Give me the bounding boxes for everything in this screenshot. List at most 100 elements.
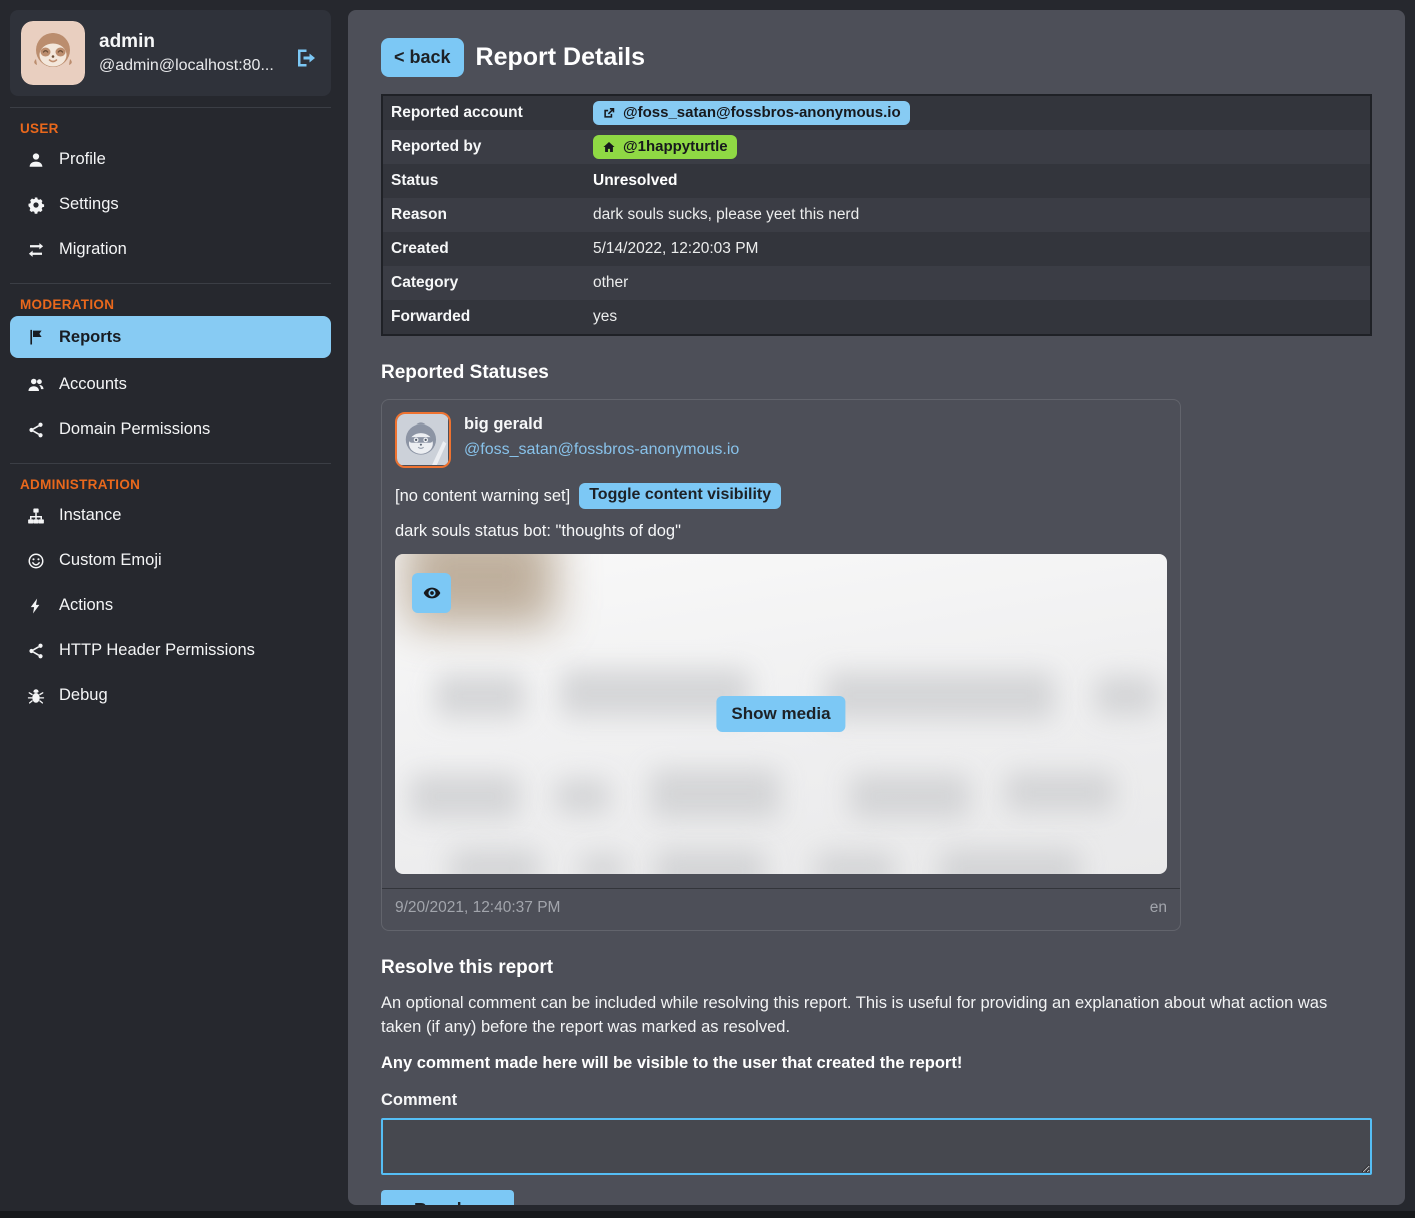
page-header: < back Report Details	[381, 38, 1372, 77]
reported-by-badge[interactable]: @1happyturtle	[593, 135, 737, 159]
sidebar-section-label-moderation: MODERATION	[20, 297, 338, 312]
sidebar-item-accounts[interactable]: Accounts	[10, 362, 331, 407]
sidebar-item-http-header-permissions[interactable]: HTTP Header Permissions	[10, 628, 331, 673]
report-row-label: Category	[383, 274, 587, 292]
report-row-label: Reported by	[383, 138, 587, 156]
report-row-value: 5/14/2022, 12:20:03 PM	[587, 240, 758, 258]
sign-out-icon[interactable]	[294, 46, 318, 70]
user-name: admin	[99, 31, 274, 53]
users-icon	[26, 376, 46, 394]
share-nodes-icon	[26, 642, 46, 660]
content-warning-text: [no content warning set]	[395, 487, 570, 506]
user-card[interactable]: admin @admin@localhost:80...	[10, 10, 331, 96]
blur-blob	[1005, 772, 1115, 812]
report-row-label: Status	[383, 172, 587, 190]
external-link-icon	[602, 106, 616, 120]
blur-blob	[410, 774, 520, 819]
bug-icon	[26, 687, 46, 705]
show-media-button[interactable]: Show media	[716, 696, 845, 732]
sidebar-item-actions[interactable]: Actions	[10, 583, 331, 628]
report-table-row-reported-account: Reported account @foss_satan@fossbros-ano…	[383, 96, 1370, 130]
report-table-row-reported-by: Reported by @1happyturtle	[383, 130, 1370, 164]
sitemap-icon	[26, 507, 46, 525]
sidebar-divider	[10, 283, 331, 284]
status-names: big gerald @foss_satan@fossbros-anonymou…	[464, 412, 739, 459]
share-nodes-icon	[26, 421, 46, 439]
resolve-warning: Any comment made here will be visible to…	[381, 1054, 1372, 1073]
status-header: big gerald @foss_satan@fossbros-anonymou…	[395, 412, 1167, 468]
sidebar-item-profile[interactable]: Profile	[10, 137, 331, 182]
status-display-name: big gerald	[464, 415, 739, 434]
sidebar-item-reports[interactable]: Reports	[10, 316, 331, 358]
blur-blob	[555, 779, 610, 814]
sidebar-item-label: Accounts	[59, 375, 127, 394]
resolve-button[interactable]: Resolve	[381, 1190, 514, 1205]
report-row-label: Created	[383, 240, 587, 258]
report-table-row-forwarded: Forwardedyes	[383, 300, 1370, 334]
main-panel: < back Report Details Reported account @f…	[348, 10, 1405, 1205]
comment-label: Comment	[381, 1091, 1372, 1110]
report-row-label: Reported account	[383, 104, 587, 122]
blur-blob	[1095, 676, 1157, 716]
content-warning-row: [no content warning set] Toggle content …	[395, 483, 1167, 509]
report-row-value: yes	[587, 308, 617, 326]
sidebar-item-label: Migration	[59, 240, 127, 259]
bolt-icon	[26, 597, 46, 615]
comment-input[interactable]	[381, 1118, 1372, 1175]
sidebar: admin @admin@localhost:80... USERProfile…	[0, 0, 348, 1218]
back-button[interactable]: < back	[381, 38, 464, 77]
smile-icon	[26, 552, 46, 570]
status-content-text: dark souls status bot: "thoughts of dog"	[395, 522, 1167, 541]
status-card: big gerald @foss_satan@fossbros-anonymou…	[381, 399, 1181, 931]
blur-blob	[435, 674, 525, 718]
flag-icon	[26, 328, 46, 346]
sidebar-item-label: Settings	[59, 195, 119, 214]
blur-blob	[815, 852, 895, 874]
status-handle-link[interactable]: @foss_satan@fossbros-anonymous.io	[464, 441, 739, 459]
eye-icon[interactable]	[412, 573, 451, 613]
reported-account-badge[interactable]: @foss_satan@fossbros-anonymous.io	[593, 101, 910, 125]
resolve-description: An optional comment can be included whil…	[381, 992, 1372, 1040]
blur-blob	[580, 854, 625, 874]
report-row-label: Forwarded	[383, 308, 587, 326]
report-table-row-reason: Reasondark souls sucks, please yeet this…	[383, 198, 1370, 232]
report-table-row-category: Categoryother	[383, 266, 1370, 300]
sidebar-item-settings[interactable]: Settings	[10, 182, 331, 227]
user-handle: @admin@localhost:80...	[99, 57, 274, 75]
status-footer: 9/20/2021, 12:40:37 PM en	[382, 888, 1180, 930]
report-row-value: Unresolved	[587, 172, 677, 190]
sidebar-item-label: Actions	[59, 596, 113, 615]
blur-blob	[450, 849, 540, 874]
blur-blob	[940, 849, 1080, 874]
sidebar-item-label: Custom Emoji	[59, 551, 162, 570]
sidebar-section-label-administration: ADMINISTRATION	[20, 477, 338, 492]
sidebar-item-instance[interactable]: Instance	[10, 493, 331, 538]
sidebar-item-label: Debug	[59, 686, 108, 705]
page-title: Report Details	[476, 43, 645, 72]
report-table-row-status: StatusUnresolved	[383, 164, 1370, 198]
blur-blob	[825, 672, 1055, 720]
report-row-value: @1happyturtle	[587, 135, 737, 159]
sidebar-item-label: Domain Permissions	[59, 420, 210, 439]
transfer-icon	[26, 241, 46, 259]
sidebar-item-custom-emoji[interactable]: Custom Emoji	[10, 538, 331, 583]
sidebar-nav: USERProfileSettingsMigrationMODERATIONRe…	[10, 107, 338, 718]
report-row-value: other	[587, 274, 628, 292]
report-row-value: @foss_satan@fossbros-anonymous.io	[587, 101, 910, 125]
sidebar-divider	[10, 107, 331, 108]
avatar	[21, 21, 85, 85]
user-meta: admin @admin@localhost:80...	[99, 31, 274, 75]
toggle-content-visibility-button[interactable]: Toggle content visibility	[579, 483, 781, 509]
status-media-blurred[interactable]: Show media	[395, 554, 1167, 874]
user-icon	[26, 151, 46, 169]
sidebar-item-domain-permissions[interactable]: Domain Permissions	[10, 407, 331, 452]
sidebar-item-label: Profile	[59, 150, 106, 169]
sidebar-item-migration[interactable]: Migration	[10, 227, 331, 272]
sidebar-divider	[10, 463, 331, 464]
report-table-row-created: Created5/14/2022, 12:20:03 PM	[383, 232, 1370, 266]
blur-blob	[850, 774, 970, 819]
badge-label: @foss_satan@fossbros-anonymous.io	[623, 104, 901, 121]
badge-label: @1happyturtle	[623, 138, 728, 155]
sidebar-item-debug[interactable]: Debug	[10, 673, 331, 718]
reported-statuses-heading: Reported Statuses	[381, 362, 1372, 384]
